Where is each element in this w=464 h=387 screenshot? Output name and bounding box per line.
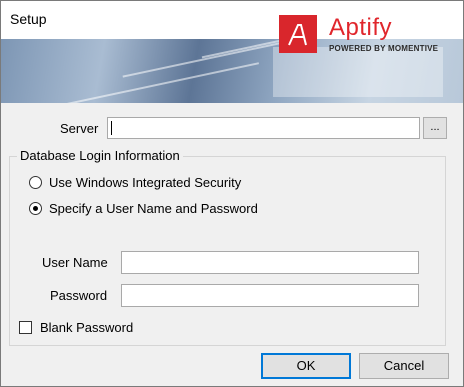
username-password-label[interactable]: Specify a User Name and Password	[49, 201, 258, 216]
aptify-logo-icon	[279, 15, 317, 53]
username-password-radio[interactable]	[29, 202, 42, 215]
cancel-button[interactable]: Cancel	[359, 353, 449, 379]
logo-name: Aptify	[329, 14, 393, 41]
username-input[interactable]	[121, 251, 419, 274]
browse-server-button[interactable]: ...	[423, 117, 447, 139]
logo-tagline: POWERED BY MOMENTIVE	[329, 44, 439, 53]
blank-password-label[interactable]: Blank Password	[40, 320, 133, 335]
password-input[interactable]	[121, 284, 419, 307]
windows-security-radio[interactable]	[29, 176, 42, 189]
title-bar: Setup	[1, 1, 463, 39]
username-label: User Name	[42, 255, 108, 270]
password-label: Password	[50, 288, 108, 303]
blank-password-checkbox[interactable]	[19, 321, 32, 334]
ok-button[interactable]: OK	[261, 353, 351, 379]
logo-panel	[273, 47, 443, 97]
group-legend: Database Login Information	[17, 148, 183, 163]
server-input[interactable]	[107, 117, 420, 139]
text-caret	[111, 121, 112, 135]
setup-dialog: Setup Aptify POWERED BY MOMENTIVE Server…	[0, 0, 464, 387]
radio-selected-dot	[33, 206, 38, 211]
server-label: Server	[60, 121, 99, 136]
banner-streak	[122, 42, 280, 78]
windows-security-label[interactable]: Use Windows Integrated Security	[49, 175, 241, 190]
window-title: Setup	[10, 11, 47, 27]
